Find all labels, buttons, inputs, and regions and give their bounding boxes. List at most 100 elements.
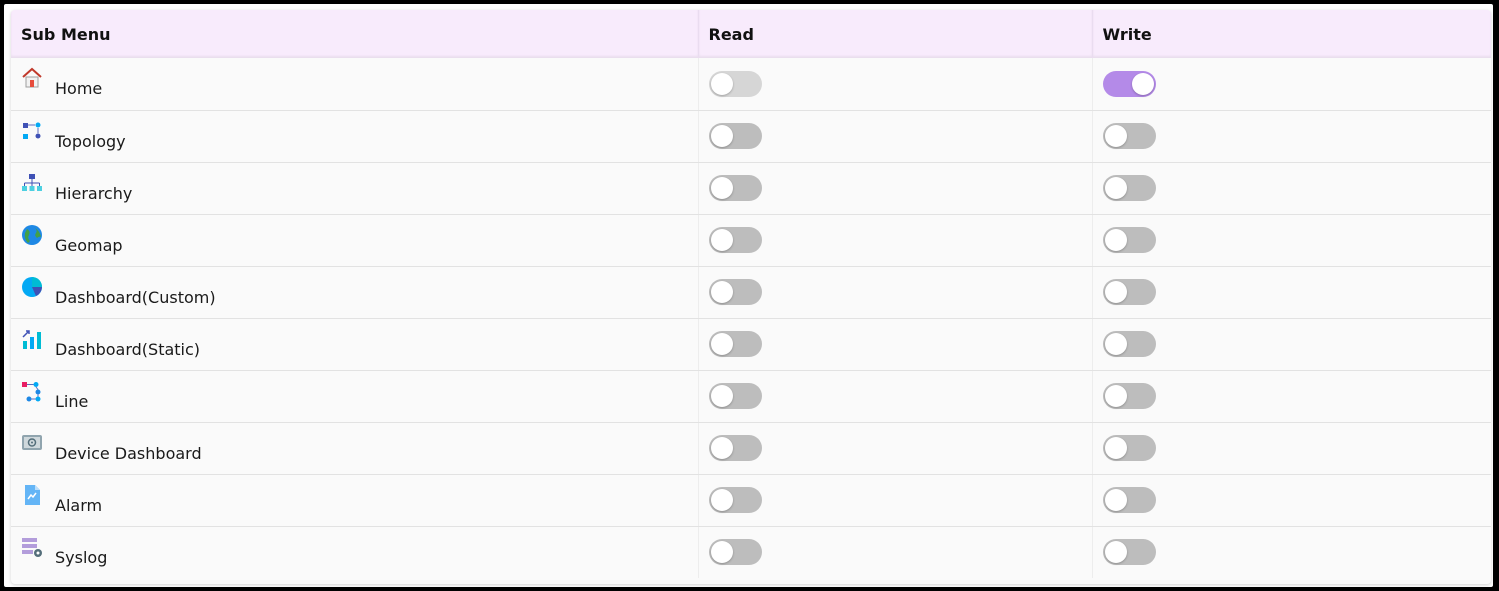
- globe-icon: [21, 224, 43, 246]
- toggle-knob: [1104, 333, 1127, 355]
- table-row: Topology: [11, 110, 1491, 163]
- sub-menu-label-line: Line: [55, 391, 89, 411]
- write-toggle-dashboard-static[interactable]: [1102, 331, 1156, 357]
- write-toggle-dashboard-custom[interactable]: [1102, 279, 1156, 305]
- sub-menu-label-alarm: Alarm: [55, 495, 103, 515]
- read-toggle-device-dashboard[interactable]: [708, 435, 762, 461]
- write-toggle-topology[interactable]: [1102, 123, 1156, 149]
- write-cell: [1092, 58, 1491, 111]
- toggle-knob: [710, 489, 733, 511]
- read-cell: [698, 474, 1093, 527]
- toggle-knob: [710, 333, 733, 355]
- read-toggle-alarm[interactable]: [708, 487, 762, 513]
- write-toggle-device-dashboard[interactable]: [1102, 435, 1156, 461]
- write-toggle-geomap[interactable]: [1102, 227, 1156, 253]
- toggle-knob: [710, 541, 733, 564]
- sub-menu-cell: Dashboard(Custom): [11, 266, 699, 319]
- read-cell: [698, 162, 1093, 215]
- read-cell: [698, 422, 1093, 475]
- sub-menu-label-topology: Topology: [55, 131, 126, 151]
- table-row: Alarm: [11, 474, 1491, 527]
- table-header-row: Sub Menu Read Write: [11, 10, 1491, 58]
- write-cell: [1092, 422, 1491, 475]
- write-cell: [1092, 266, 1491, 319]
- sub-menu-label-syslog: Syslog: [55, 547, 108, 567]
- read-toggle-line[interactable]: [708, 383, 762, 409]
- permissions-table: Sub Menu Read Write Home Topology Hierarch…: [11, 10, 1491, 578]
- read-toggle-geomap[interactable]: [708, 227, 762, 253]
- toggle-knob: [1104, 281, 1127, 303]
- toggle-knob: [710, 72, 733, 95]
- write-cell: [1092, 370, 1491, 423]
- table-row: Hierarchy: [11, 162, 1491, 215]
- table-row: Dashboard(Static): [11, 318, 1491, 371]
- header-read: Read: [698, 10, 1093, 58]
- sub-menu-label-hierarchy: Hierarchy: [55, 183, 133, 203]
- sub-menu-cell: Syslog: [11, 526, 699, 578]
- write-toggle-syslog[interactable]: [1102, 539, 1156, 566]
- toggle-knob: [1104, 229, 1127, 251]
- write-toggle-hierarchy[interactable]: [1102, 175, 1156, 201]
- home-icon: [21, 67, 43, 89]
- read-cell: [698, 266, 1093, 319]
- read-toggle-topology[interactable]: [708, 123, 762, 149]
- table-row: Geomap: [11, 214, 1491, 267]
- write-cell: [1092, 526, 1491, 578]
- sub-menu-cell: Home: [11, 58, 699, 111]
- toggle-knob: [1104, 177, 1127, 199]
- write-toggle-line[interactable]: [1102, 383, 1156, 409]
- table-row: Dashboard(Custom): [11, 266, 1491, 319]
- hierarchy-icon: [21, 172, 43, 194]
- window-frame: Sub Menu Read Write Home Topology Hierarch…: [4, 4, 1493, 587]
- toggle-knob: [710, 177, 733, 199]
- sub-menu-cell: Device Dashboard: [11, 422, 699, 475]
- toggle-knob: [710, 125, 733, 147]
- write-cell: [1092, 110, 1491, 163]
- read-toggle-home[interactable]: [708, 70, 762, 97]
- sub-menu-cell: Geomap: [11, 214, 699, 267]
- sub-menu-label-dashboard-static: Dashboard(Static): [55, 339, 201, 359]
- sub-menu-label-dashboard-custom: Dashboard(Custom): [55, 287, 216, 307]
- header-sub-menu: Sub Menu: [11, 10, 699, 58]
- toggle-knob: [1131, 72, 1154, 95]
- toggle-knob: [1104, 125, 1127, 147]
- sub-menu-label-device-dashboard: Device Dashboard: [55, 443, 202, 463]
- table-row: Line: [11, 370, 1491, 423]
- table-row: Device Dashboard: [11, 422, 1491, 475]
- read-cell: [698, 526, 1093, 578]
- toggle-knob: [710, 229, 733, 251]
- permissions-table-card: Sub Menu Read Write Home Topology Hierarch…: [11, 10, 1491, 584]
- sub-menu-cell: Alarm: [11, 474, 699, 527]
- write-cell: [1092, 162, 1491, 215]
- sub-menu-cell: Dashboard(Static): [11, 318, 699, 371]
- toggle-knob: [1104, 437, 1127, 459]
- read-toggle-syslog[interactable]: [708, 539, 762, 566]
- toggle-knob: [1104, 489, 1127, 511]
- toggle-knob: [710, 437, 733, 459]
- toggle-knob: [710, 385, 733, 407]
- write-toggle-alarm[interactable]: [1102, 487, 1156, 513]
- bar-chart-icon: [21, 328, 43, 350]
- device-icon: [21, 432, 43, 454]
- table-row: Home: [11, 58, 1491, 111]
- topology-icon: [21, 120, 43, 142]
- read-toggle-hierarchy[interactable]: [708, 175, 762, 201]
- header-write: Write: [1092, 10, 1491, 58]
- read-toggle-dashboard-custom[interactable]: [708, 279, 762, 305]
- sub-menu-cell: Hierarchy: [11, 162, 699, 215]
- sub-menu-cell: Line: [11, 370, 699, 423]
- read-cell: [698, 110, 1093, 163]
- read-cell: [698, 58, 1093, 111]
- pie-chart-icon: [21, 276, 43, 298]
- write-toggle-home[interactable]: [1102, 70, 1156, 97]
- read-toggle-dashboard-static[interactable]: [708, 331, 762, 357]
- alarm-document-icon: [21, 484, 43, 506]
- read-cell: [698, 214, 1093, 267]
- write-cell: [1092, 474, 1491, 527]
- sub-menu-cell: Topology: [11, 110, 699, 163]
- read-cell: [698, 370, 1093, 423]
- table-row: Syslog: [11, 526, 1491, 578]
- toggle-knob: [1104, 541, 1127, 564]
- write-cell: [1092, 318, 1491, 371]
- line-flow-icon: [21, 380, 43, 402]
